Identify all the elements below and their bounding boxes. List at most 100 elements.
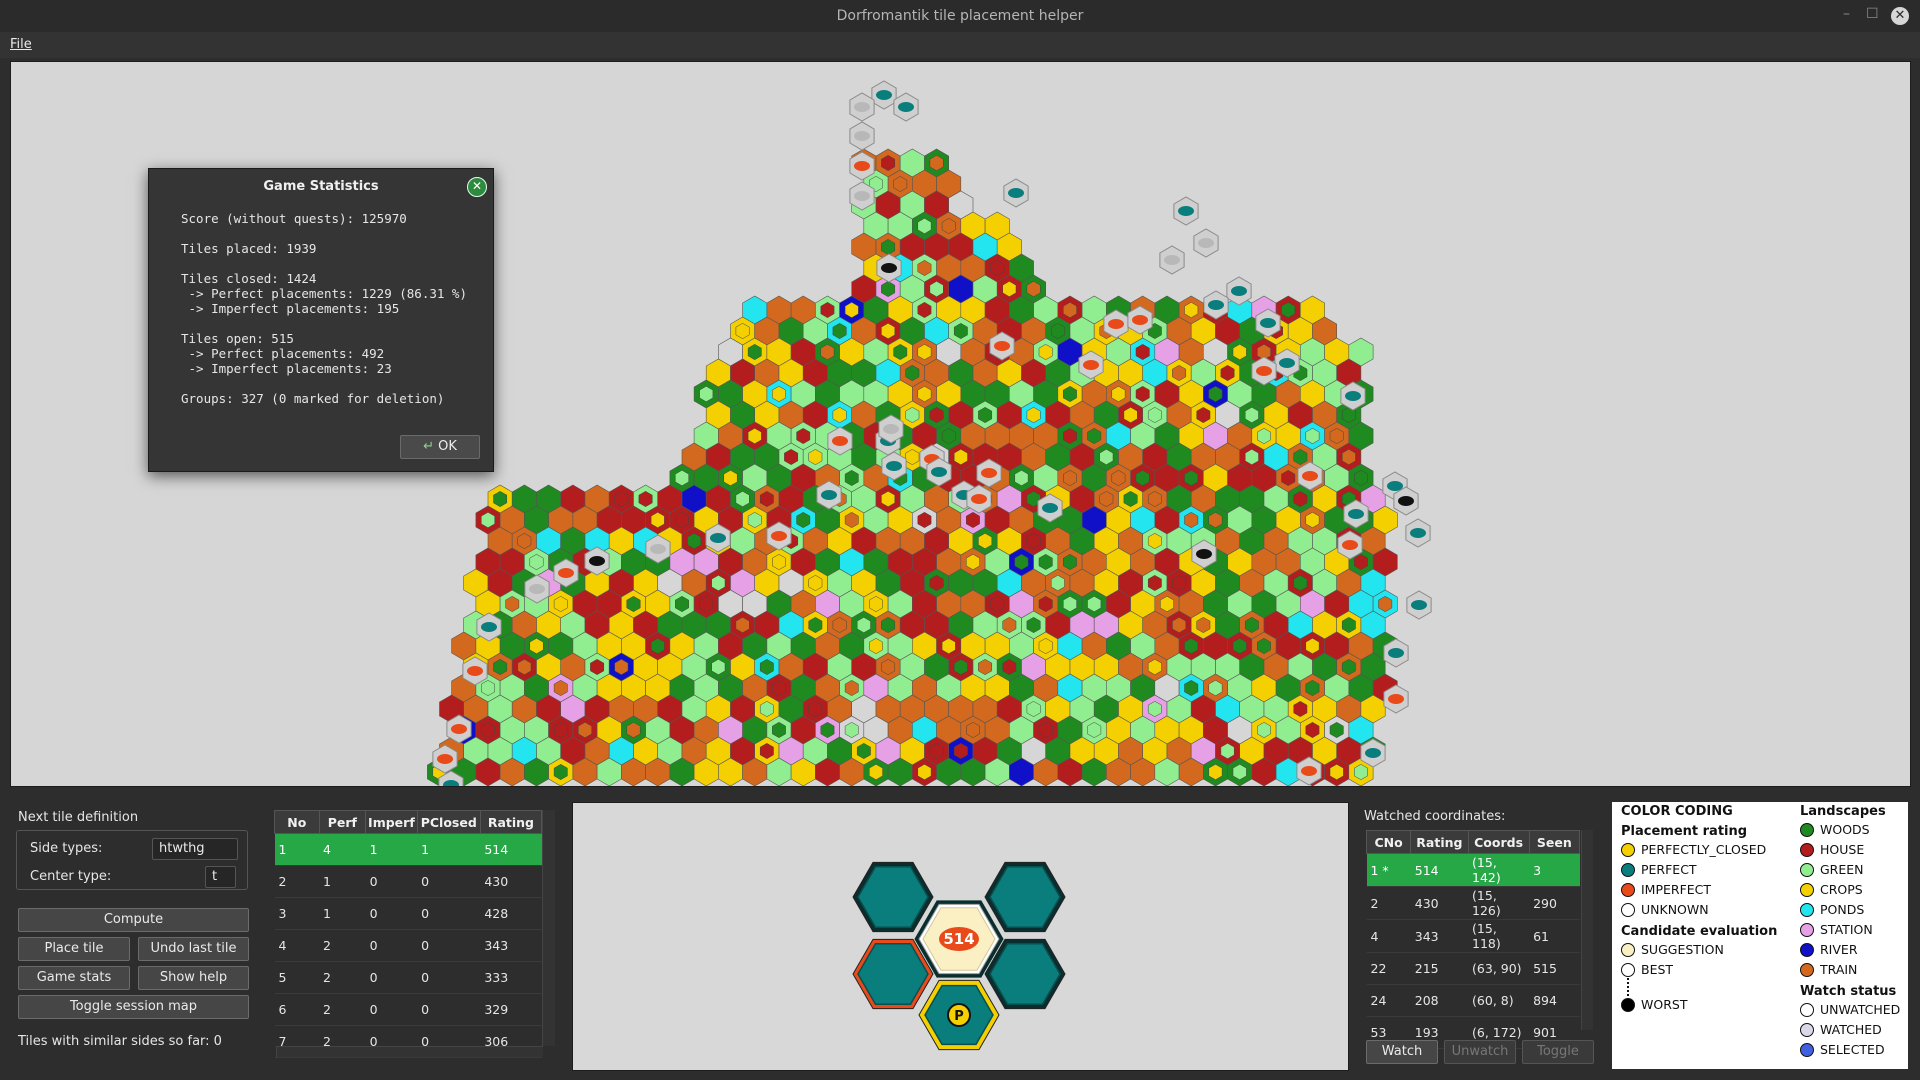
col-header[interactable]: Imperf [365, 810, 418, 834]
side-types-input[interactable]: htwthg [152, 838, 238, 860]
table-cell: 514 [1410, 853, 1469, 887]
legend-eval-label: BEST [1641, 962, 1674, 977]
table-row[interactable]: 3 1 0 0 428 [274, 897, 542, 930]
place-tile-button[interactable]: Place tile [18, 937, 130, 961]
dialog-line [181, 226, 467, 241]
table-row[interactable]: 5 2 0 0 333 [274, 961, 542, 994]
table-cell: 2 [319, 929, 366, 962]
table-row[interactable]: 24 208 (60, 8) 894 [1366, 984, 1580, 1017]
legend-landscape-swatch [1800, 863, 1814, 877]
open-position-marker [994, 341, 1010, 351]
table-row[interactable]: 4 2 0 0 343 [274, 929, 542, 962]
dialog-line [181, 316, 467, 331]
game-stats-button[interactable]: Game stats [18, 966, 130, 990]
open-position-marker [451, 724, 467, 734]
dialog-line: -> Imperfect placements: 23 [181, 361, 392, 376]
open-position-marker [1008, 188, 1024, 198]
dialog-close-icon[interactable]: ✕ [467, 177, 487, 197]
watch-button[interactable]: Watch [1366, 1040, 1438, 1064]
col-header[interactable]: Rating [1410, 830, 1469, 854]
legend-watch-label: WATCHED [1820, 1022, 1882, 1037]
table-cell: 3 [274, 897, 320, 930]
table-cell: 343 [1410, 919, 1469, 953]
col-header[interactable]: No [274, 810, 320, 834]
table-cell: 333 [480, 961, 542, 994]
maximize-icon[interactable]: ☐ [1866, 6, 1879, 22]
legend-candidate-evaluation: Candidate evaluation [1621, 924, 1778, 939]
similar-tiles-text: Tiles with similar sides so far: 0 [18, 1034, 222, 1049]
minimize-icon[interactable]: – [1843, 6, 1850, 22]
watched-table[interactable]: CNo Rating Coords Seen 1 * 514 (15, 142) 3 2… [1365, 830, 1581, 1049]
legend-landscape-swatch [1800, 903, 1814, 917]
legend-eval-swatch [1621, 998, 1635, 1012]
undo-button[interactable]: Undo last tile [138, 937, 249, 961]
legend-landscape-label: PONDS [1820, 902, 1865, 917]
col-header[interactable]: Perf [318, 810, 367, 834]
legend-rating-label: UNKNOWN [1641, 902, 1709, 917]
open-position-marker [1208, 300, 1224, 310]
table-row[interactable]: 2 1 0 0 430 [274, 865, 542, 898]
table-row[interactable]: 22 215 (63, 90) 515 [1366, 952, 1580, 985]
watched-title: Watched coordinates: [1364, 809, 1506, 824]
table-cell: 430 [480, 865, 542, 898]
open-position-marker [558, 568, 574, 578]
table-cell: (15, 142) [1468, 853, 1530, 887]
open-position-marker [1302, 471, 1318, 481]
center-type-input[interactable]: t [205, 866, 236, 888]
show-help-button[interactable]: Show help [138, 966, 249, 990]
open-position-marker [832, 436, 848, 446]
table-cell: 24 [1366, 984, 1411, 1017]
table-cell: 2 [1366, 886, 1411, 920]
next-tile-title: Next tile definition [18, 810, 139, 825]
legend-landscape-label: HOUSE [1820, 842, 1865, 857]
open-position-marker [886, 461, 902, 471]
compute-button[interactable]: Compute [18, 908, 249, 932]
watched-scrollbar[interactable] [1581, 830, 1593, 1030]
close-window-icon[interactable]: ✕ [1891, 7, 1909, 25]
dialog-line [181, 256, 467, 271]
legend-landscape-label: WOODS [1820, 822, 1870, 837]
col-header[interactable]: Rating [479, 810, 543, 834]
table-cell: 4 [274, 929, 320, 962]
unwatch-button[interactable]: Unwatch [1444, 1040, 1516, 1064]
table-row[interactable]: 1 * 514 (15, 142) 3 [1366, 853, 1580, 887]
menu-file[interactable]: File [10, 37, 32, 52]
table-row[interactable]: 2 430 (15, 126) 290 [1366, 886, 1580, 920]
open-position-marker [710, 533, 726, 543]
tile-preview[interactable]: 514 P [572, 802, 1349, 1071]
open-position-marker [1108, 319, 1124, 329]
candidates-hscrollbar[interactable] [276, 1046, 543, 1057]
open-position-marker [854, 102, 870, 112]
col-header[interactable]: Seen [1528, 830, 1581, 854]
open-position-marker [981, 468, 997, 478]
menu-bar: File [0, 32, 1920, 58]
table-cell: 894 [1529, 984, 1580, 1017]
ok-button[interactable]: ↵ OK [400, 435, 480, 459]
legend-landscape-label: GREEN [1820, 862, 1864, 877]
table-cell: (60, 8) [1468, 984, 1530, 1017]
toggle-button[interactable]: Toggle [1522, 1040, 1594, 1064]
table-cell: 514 [480, 833, 542, 866]
table-cell: 0 [365, 993, 418, 1026]
col-header[interactable]: CNo [1365, 830, 1412, 854]
color-legend: COLOR CODING Placement rating Candidate … [1612, 802, 1908, 1069]
col-header[interactable]: PClosed [416, 810, 481, 834]
open-position-marker [1348, 509, 1364, 519]
ok-icon: ↵ [423, 439, 439, 454]
table-row[interactable]: 6 2 0 0 329 [274, 993, 542, 1026]
table-row[interactable]: 1 4 1 1 514 [274, 833, 542, 866]
open-position-marker [1231, 286, 1247, 296]
open-position-marker [1132, 315, 1148, 325]
legend-rating-swatch [1621, 883, 1635, 897]
open-position-marker [529, 584, 545, 594]
open-position-marker [1398, 496, 1414, 506]
candidates-scrollbar[interactable] [542, 810, 555, 1046]
table-cell: 208 [1410, 984, 1469, 1017]
col-header[interactable]: Coords [1467, 830, 1530, 854]
candidates-table[interactable]: No Perf Imperf PClosed Rating 1 4 1 1 514 2 1 0… [274, 810, 543, 1058]
legend-watch-status: Watch status [1800, 984, 1897, 999]
toggle-session-map-button[interactable]: Toggle session map [18, 995, 249, 1019]
side-types-label: Side types: [30, 841, 103, 856]
table-cell: 343 [480, 929, 542, 962]
table-row[interactable]: 4 343 (15, 118) 61 [1366, 919, 1580, 953]
